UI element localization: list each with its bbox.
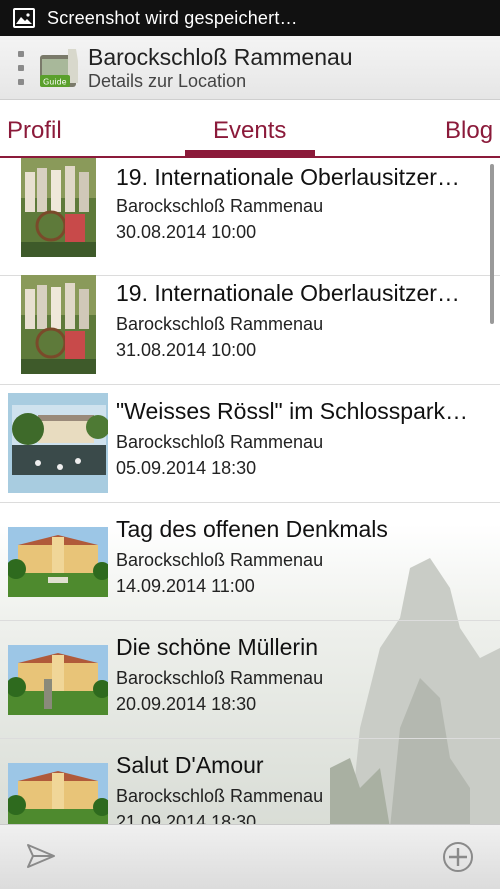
overflow-menu-icon[interactable] bbox=[16, 50, 26, 85]
event-venue: Barockschloß Rammenau bbox=[116, 432, 324, 452]
list-scrollbar[interactable] bbox=[490, 164, 494, 324]
status-bar: Screenshot wird gespeichert… bbox=[0, 0, 500, 36]
list-item[interactable]: 19. Internationale Oberlausitzer… Barock… bbox=[0, 158, 500, 276]
event-thumbnail bbox=[21, 275, 96, 374]
add-circle-icon[interactable] bbox=[442, 841, 474, 873]
event-list[interactable]: 19. Internationale Oberlausitzer… Barock… bbox=[0, 158, 500, 824]
list-item[interactable]: Die schöne Müllerin Barockschloß Rammena… bbox=[0, 621, 500, 739]
event-thumbnail bbox=[21, 158, 96, 257]
page-title: Barockschloß Rammenau bbox=[88, 43, 353, 70]
tab-events[interactable]: Events bbox=[213, 117, 286, 145]
event-venue: Barockschloß Rammenau bbox=[116, 786, 324, 806]
event-thumbnail bbox=[8, 527, 108, 597]
event-venue: Barockschloß Rammenau bbox=[116, 668, 324, 688]
event-venue: Barockschloß Rammenau bbox=[116, 550, 324, 570]
send-icon[interactable] bbox=[26, 842, 56, 870]
event-date: 14.09.2014 11:00 bbox=[116, 576, 255, 596]
event-date: 30.08.2014 10:00 bbox=[116, 222, 257, 242]
list-item[interactable]: Salut D'Amour Barockschloß Rammenau 21.0… bbox=[0, 739, 500, 824]
event-thumbnail bbox=[8, 393, 108, 493]
event-title: 19. Internationale Oberlausitzer… bbox=[116, 164, 460, 190]
status-text: Screenshot wird gespeichert… bbox=[47, 7, 298, 28]
event-venue: Barockschloß Rammenau bbox=[116, 314, 324, 334]
event-title: Tag des offenen Denkmals bbox=[116, 516, 388, 542]
event-title: Salut D'Amour bbox=[116, 752, 264, 778]
page-subtitle: Details zur Location bbox=[88, 70, 247, 91]
event-date: 05.09.2014 18:30 bbox=[116, 458, 257, 478]
event-thumbnail bbox=[8, 645, 108, 715]
tab-bar: Profil Events Blog bbox=[0, 100, 500, 158]
event-date: 20.09.2014 18:30 bbox=[116, 694, 257, 714]
event-date: 21.09.2014 18:30 bbox=[116, 812, 257, 824]
tab-profil[interactable]: Profil bbox=[7, 117, 62, 145]
list-item[interactable]: 19. Internationale Oberlausitzer… Barock… bbox=[0, 267, 500, 385]
list-item[interactable]: Tag des offenen Denkmals Barockschloß Ra… bbox=[0, 503, 500, 621]
action-bar: Guide Barockschloß Rammenau Details zur … bbox=[0, 36, 500, 100]
image-icon bbox=[13, 8, 35, 28]
app-logo[interactable]: Guide bbox=[38, 47, 82, 89]
event-title: 19. Internationale Oberlausitzer… bbox=[116, 280, 460, 306]
event-date: 31.08.2014 10:00 bbox=[116, 340, 257, 360]
bottom-bar bbox=[0, 824, 500, 889]
active-tab-indicator bbox=[185, 150, 315, 156]
tab-blog[interactable]: Blog bbox=[445, 117, 493, 145]
event-title: Die schöne Müllerin bbox=[116, 634, 318, 660]
list-item[interactable]: "Weisses Rössl" im Schlosspark… Barocksc… bbox=[0, 385, 500, 503]
event-venue: Barockschloß Rammenau bbox=[116, 196, 324, 216]
svg-text:Guide: Guide bbox=[43, 77, 67, 86]
event-thumbnail bbox=[8, 763, 108, 824]
event-title: "Weisses Rössl" im Schlosspark… bbox=[116, 398, 469, 424]
